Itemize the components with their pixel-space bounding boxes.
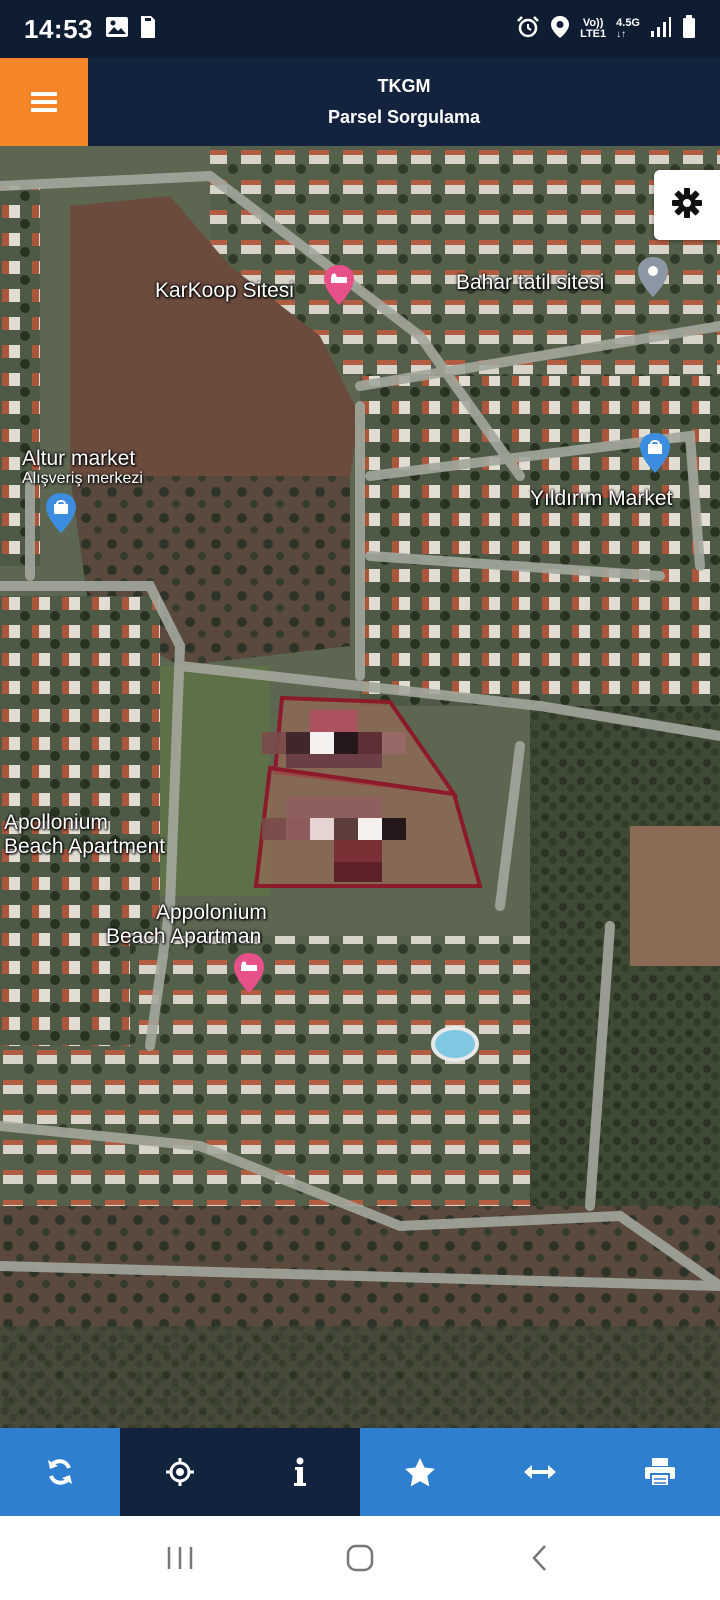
- shopping-pin-icon[interactable]: [44, 492, 78, 534]
- back-icon: [532, 1545, 546, 1571]
- map-label-appolonium-2: Beach Apartman: [106, 925, 262, 948]
- map-label-karkoop: KarKoop Sitesi: [155, 279, 294, 302]
- locate-button[interactable]: [120, 1428, 240, 1516]
- gear-icon: [671, 187, 703, 224]
- status-time: 14:53: [24, 13, 93, 44]
- app-title: TKGM: [377, 76, 431, 96]
- refresh-icon: [48, 1459, 72, 1485]
- print-button[interactable]: [600, 1428, 720, 1516]
- map-sublabel-altur: Alışveriş merkezi: [22, 470, 143, 487]
- alarm-icon: [516, 15, 540, 44]
- favorites-button[interactable]: [360, 1428, 480, 1516]
- menu-button[interactable]: [0, 58, 88, 146]
- info-icon: [294, 1457, 306, 1486]
- print-icon: [645, 1458, 675, 1487]
- network-bottom: LTE1: [580, 28, 607, 40]
- recent-apps-icon: [167, 1547, 193, 1569]
- sim-card-icon: [139, 15, 157, 44]
- measure-button[interactable]: [480, 1428, 600, 1516]
- place-pin-icon[interactable]: [636, 256, 670, 298]
- system-nav-bar: [0, 1516, 720, 1600]
- map-label-apollonium: Apollonium: [4, 811, 108, 834]
- info-button[interactable]: [240, 1428, 360, 1516]
- network-type: 4.5G ↓↑: [616, 17, 640, 40]
- hotel-pin-icon[interactable]: [232, 952, 266, 994]
- app-header: TKGM Parsel Sorgulama: [0, 58, 720, 146]
- home-icon: [346, 1544, 374, 1572]
- app-root: 14:53 Vo)) LTE1 4.5G ↓↑ TKGM Parsel Sorg…: [0, 0, 720, 1600]
- shopping-pin-icon[interactable]: [638, 432, 672, 474]
- status-bar: 14:53 Vo)) LTE1 4.5G ↓↑: [0, 0, 720, 58]
- map-label-yildirim: Yıldırım Market: [530, 487, 673, 510]
- recent-apps-button[interactable]: [150, 1528, 210, 1588]
- crosshair-icon: [166, 1458, 194, 1486]
- app-subtitle: Parsel Sorgulama: [327, 107, 481, 127]
- bottom-toolbar: [0, 1428, 720, 1516]
- settings-button[interactable]: [654, 170, 720, 240]
- measure-icon: [524, 1465, 556, 1479]
- satellite-map[interactable]: KarKoop Sitesi Bahar tatil sitesi Altur …: [0, 146, 720, 1428]
- signal-icon: [650, 16, 672, 43]
- hotel-pin-icon[interactable]: [322, 264, 356, 306]
- map-imagery: [0, 146, 720, 1428]
- battery-icon: [682, 14, 696, 44]
- network-type-label: 4.5G: [616, 17, 640, 29]
- refresh-button[interactable]: [0, 1428, 120, 1516]
- map-label-bahar: Bahar tatil sitesi: [456, 271, 605, 294]
- image-icon: [105, 16, 129, 43]
- map-label-appolonium: Appolonium: [156, 901, 267, 924]
- star-icon: [405, 1458, 435, 1487]
- map-label-apollonium-2: Beach Apartment: [4, 835, 166, 858]
- hamburger-icon: [31, 88, 57, 116]
- map-label-altur: Altur market: [22, 447, 136, 470]
- home-button[interactable]: [330, 1528, 390, 1588]
- back-button[interactable]: [510, 1528, 570, 1588]
- location-icon: [550, 15, 570, 44]
- network-label: Vo)) LTE1: [580, 18, 606, 40]
